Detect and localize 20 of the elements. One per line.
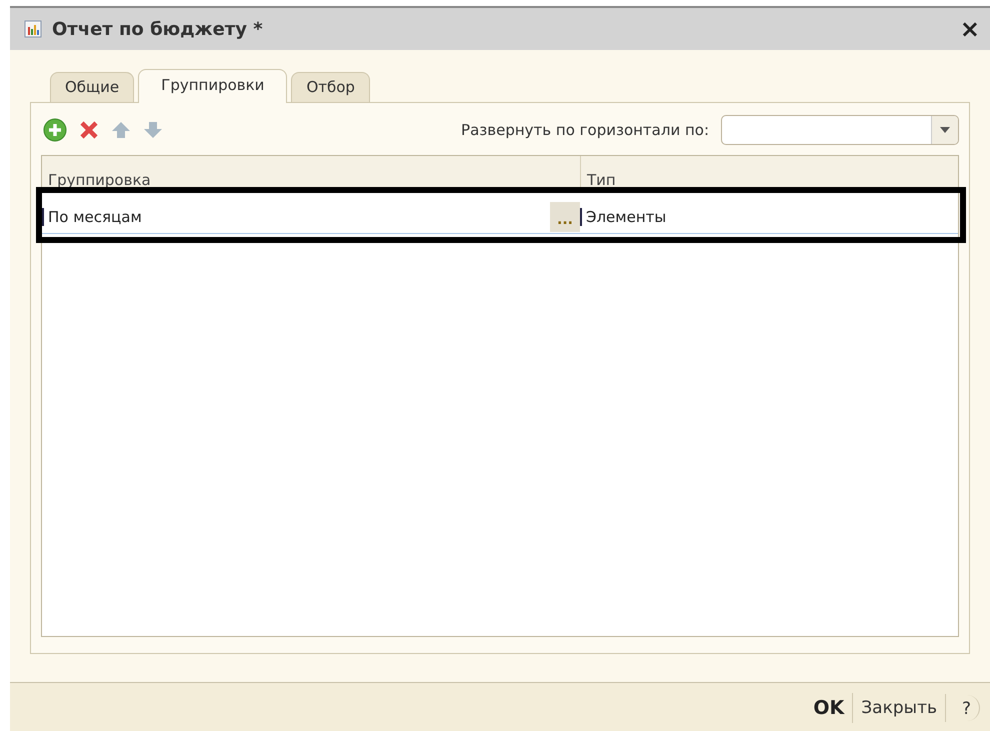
help-button[interactable]: ? xyxy=(954,695,980,721)
expand-dropdown[interactable] xyxy=(721,115,959,145)
close-button[interactable]: × xyxy=(958,15,982,43)
picker-button[interactable]: ... xyxy=(550,202,580,232)
window-title: Отчет по бюджету * xyxy=(52,18,264,40)
tab[interactable]: Отбор xyxy=(291,72,370,102)
up-arrow-icon[interactable] xyxy=(111,120,131,140)
tab[interactable]: Общие xyxy=(50,72,134,102)
column-header[interactable]: Тип xyxy=(580,156,958,188)
add-icon[interactable] xyxy=(43,118,67,142)
ok-button[interactable]: OK xyxy=(805,693,854,723)
caret-icon xyxy=(940,127,950,133)
report-icon xyxy=(24,20,42,38)
close-button[interactable]: Закрыть xyxy=(853,694,946,722)
table-cell[interactable]: Элементы xyxy=(580,208,958,226)
expand-label: Развернуть по горизонтали по: xyxy=(461,121,709,139)
down-arrow-icon[interactable] xyxy=(143,120,163,140)
tab[interactable]: Группировки xyxy=(138,69,288,103)
column-header[interactable]: Группировка xyxy=(42,156,580,188)
delete-icon[interactable] xyxy=(79,120,99,140)
